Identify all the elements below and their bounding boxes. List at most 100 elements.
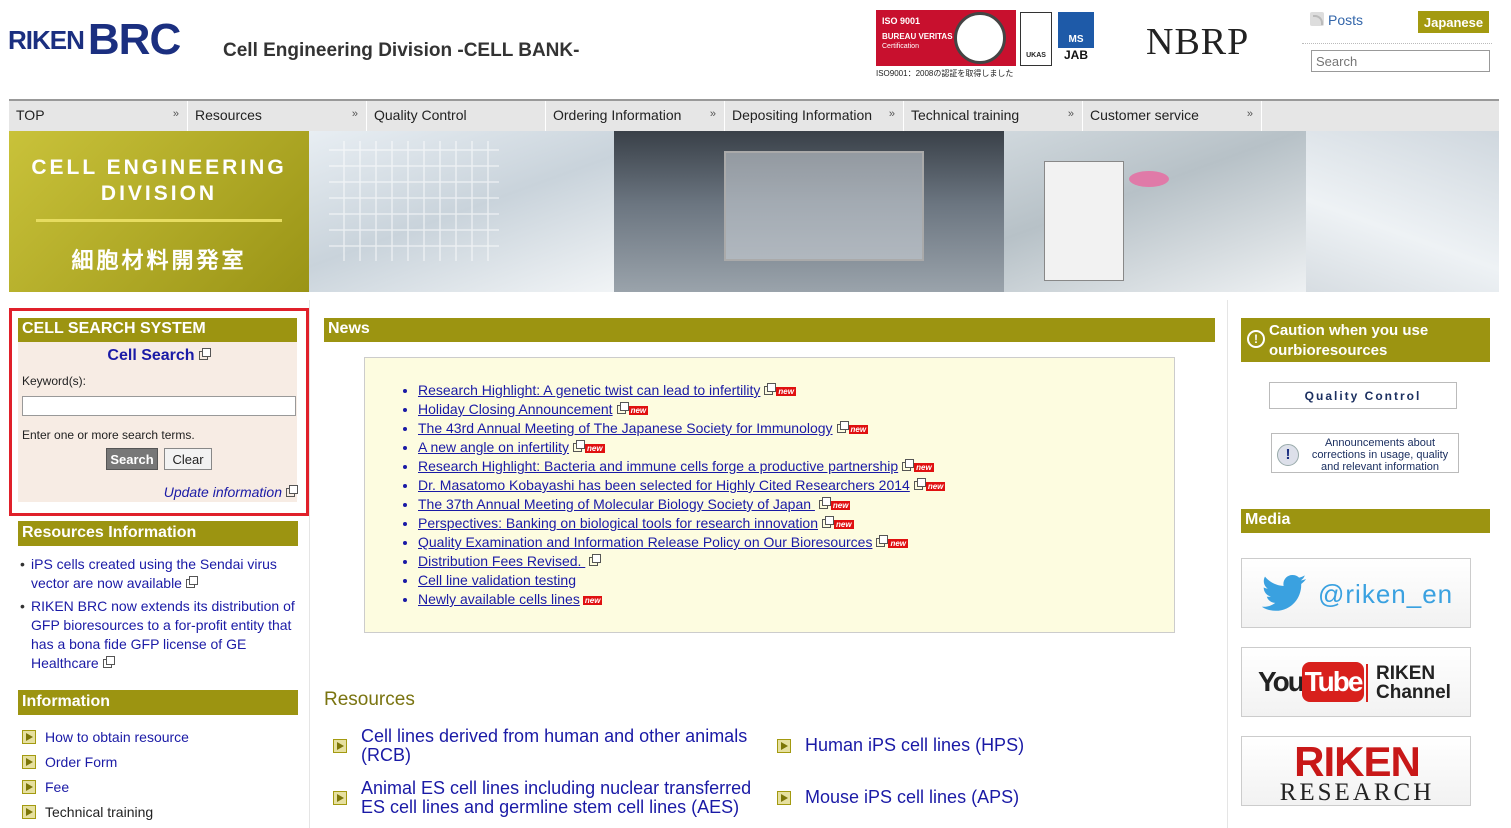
- resource-link-aes[interactable]: Animal ES cell lines including nuclear t…: [361, 779, 763, 817]
- order-form-link[interactable]: Order Form: [45, 754, 117, 770]
- external-link-icon: [589, 554, 602, 566]
- list-item[interactable]: How to obtain resource: [22, 724, 189, 749]
- nav-resources[interactable]: Resources »: [188, 101, 367, 131]
- chevron-down-icon: »: [709, 108, 716, 120]
- news-item[interactable]: Quality Examination and Information Rele…: [418, 533, 945, 552]
- news-link[interactable]: Quality Examination and Information Rele…: [418, 534, 872, 550]
- resources-info-link[interactable]: iPS cells created using the Sendai virus…: [31, 556, 277, 591]
- nav-depositing-information[interactable]: Depositing Information »: [725, 101, 904, 131]
- resource-item-aes[interactable]: Animal ES cell lines including nuclear t…: [333, 779, 763, 817]
- news-item[interactable]: Research Highlight: Bacteria and immune …: [418, 457, 945, 476]
- riken-channel-line2: Channel: [1376, 682, 1451, 703]
- list-item[interactable]: Fee: [22, 774, 189, 799]
- external-link-icon: [102, 656, 115, 668]
- resource-link-hps[interactable]: Human iPS cell lines (HPS): [805, 736, 1097, 755]
- external-link-icon: [818, 497, 831, 509]
- news-item[interactable]: Distribution Fees Revised.: [418, 552, 945, 571]
- cell-search-link[interactable]: Cell Search: [18, 347, 297, 365]
- news-link[interactable]: Holiday Closing Announcement: [418, 401, 613, 417]
- news-link[interactable]: Research Highlight: Bacteria and immune …: [418, 458, 898, 474]
- resources-heading: Resources: [324, 689, 415, 710]
- banner-title-en: CELL ENGINEERING DIVISION: [9, 155, 309, 207]
- nbrp-logo[interactable]: NBRP: [1146, 20, 1249, 64]
- riken-brc-logo[interactable]: RIKEN BRC: [8, 18, 181, 62]
- news-item[interactable]: The 37th Annual Meeting of Molecular Bio…: [418, 495, 945, 514]
- news-link[interactable]: Cell line validation testing: [418, 572, 576, 588]
- news-link[interactable]: Distribution Fees Revised.: [418, 553, 585, 569]
- news-item[interactable]: Perspectives: Banking on biological tool…: [418, 514, 945, 533]
- list-item[interactable]: RIKEN BRC now extends its distribution o…: [20, 597, 298, 673]
- update-information-link[interactable]: Update information: [164, 484, 298, 500]
- news-item[interactable]: The 43rd Annual Meeting of The Japanese …: [418, 419, 945, 438]
- nav-top[interactable]: TOP »: [9, 101, 188, 131]
- list-item[interactable]: Order Form: [22, 749, 189, 774]
- resource-item-rcb[interactable]: Cell lines derived from human and other …: [333, 727, 763, 765]
- banner-photo-tubes: [1306, 131, 1499, 292]
- japanese-button[interactable]: Japanese: [1418, 11, 1489, 33]
- nav-customer-service[interactable]: Customer service »: [1083, 101, 1262, 131]
- technical-training-link[interactable]: Technical training: [45, 804, 153, 820]
- how-to-obtain-link[interactable]: How to obtain resource: [45, 729, 189, 745]
- search-button[interactable]: Search: [106, 448, 158, 470]
- external-link-icon: [616, 402, 629, 414]
- news-item[interactable]: Newly available cells linesnew: [418, 590, 945, 609]
- resources-information-list: iPS cells created using the Sendai virus…: [20, 555, 298, 677]
- list-item[interactable]: iPS cells created using the Sendai virus…: [20, 555, 298, 593]
- new-badge: new: [925, 482, 946, 491]
- news-list: Research Highlight: A genetic twist can …: [418, 381, 946, 609]
- rack-shape: [329, 141, 499, 261]
- news-link[interactable]: Newly available cells lines: [418, 591, 580, 607]
- news-item[interactable]: Dr. Masatomo Kobayashi has been selected…: [418, 476, 946, 495]
- riken-research-banner[interactable]: RIKEN RESEARCH: [1241, 736, 1471, 806]
- riken-channel-text: RIKEN Channel: [1376, 664, 1451, 702]
- petri-dish-shape: [1129, 171, 1169, 187]
- resource-item-aps[interactable]: Mouse iPS cell lines (APS): [777, 788, 1097, 807]
- nav-label: Customer service: [1090, 107, 1199, 123]
- news-item[interactable]: A new angle on infertility new: [418, 438, 945, 457]
- news-link[interactable]: The 43rd Annual Meeting of The Japanese …: [418, 420, 833, 436]
- resource-link-rcb[interactable]: Cell lines derived from human and other …: [361, 727, 763, 765]
- nav-quality-control[interactable]: Quality Control: [367, 101, 546, 131]
- resource-link-aps[interactable]: Mouse iPS cell lines (APS): [805, 788, 1097, 807]
- news-item[interactable]: Cell line validation testing: [418, 571, 945, 590]
- media-heading: Media: [1241, 509, 1490, 533]
- list-item[interactable]: Technical training: [22, 799, 189, 824]
- quality-control-button[interactable]: Quality Control: [1269, 382, 1457, 409]
- page: RIKEN BRC Cell Engineering Division -CEL…: [0, 0, 1511, 828]
- site-search-input[interactable]: [1311, 50, 1490, 72]
- news-link[interactable]: Research Highlight: A genetic twist can …: [418, 382, 760, 398]
- resources-info-link[interactable]: RIKEN BRC now extends its distribution o…: [31, 598, 295, 671]
- keyword-hint: Enter one or more search terms.: [22, 428, 195, 442]
- arrow-right-icon: [777, 791, 791, 805]
- chevron-down-icon: »: [1246, 108, 1253, 120]
- chevron-down-icon: »: [1067, 108, 1074, 120]
- news-item[interactable]: Research Highlight: A genetic twist can …: [418, 381, 945, 400]
- resource-item-hps[interactable]: Human iPS cell lines (HPS): [777, 736, 1097, 755]
- announcements-button[interactable]: ! Announcements about corrections in usa…: [1271, 433, 1459, 473]
- nav-ordering-information[interactable]: Ordering Information »: [546, 101, 725, 131]
- news-link[interactable]: Dr. Masatomo Kobayashi has been selected…: [418, 477, 910, 493]
- nav-technical-training[interactable]: Technical training »: [904, 101, 1083, 131]
- arrow-right-icon: [22, 729, 36, 744]
- fee-link[interactable]: Fee: [45, 779, 69, 795]
- riken-channel-line1: RIKEN: [1376, 663, 1436, 684]
- news-link[interactable]: A new angle on infertility: [418, 439, 569, 455]
- news-item[interactable]: Holiday Closing Announcement new: [418, 400, 945, 419]
- twitter-banner[interactable]: @riken_en: [1241, 558, 1471, 628]
- keyword-input[interactable]: [22, 396, 296, 416]
- cell-search-heading: CELL SEARCH SYSTEM: [18, 318, 297, 342]
- youtube-banner[interactable]: You Tube RIKEN Channel: [1241, 647, 1471, 717]
- jab-ms-mark: MS: [1058, 12, 1094, 48]
- posts-link[interactable]: Posts: [1310, 12, 1363, 28]
- division-title: Cell Engineering Division -CELL BANK-: [223, 40, 580, 61]
- new-badge: new: [834, 520, 854, 529]
- main-nav: TOP » Resources » Quality Control Ordering…: [9, 99, 1499, 131]
- external-link-icon: [185, 576, 198, 588]
- new-badge: new: [776, 387, 796, 396]
- caution-heading-text: Caution when you use ourbioresources: [1269, 322, 1429, 359]
- clear-button[interactable]: Clear: [164, 448, 212, 470]
- youtube-you-text: You: [1258, 666, 1305, 697]
- microscope-shape: [1044, 161, 1124, 281]
- news-link[interactable]: Perspectives: Banking on biological tool…: [418, 515, 818, 531]
- news-link[interactable]: The 37th Annual Meeting of Molecular Bio…: [418, 496, 815, 512]
